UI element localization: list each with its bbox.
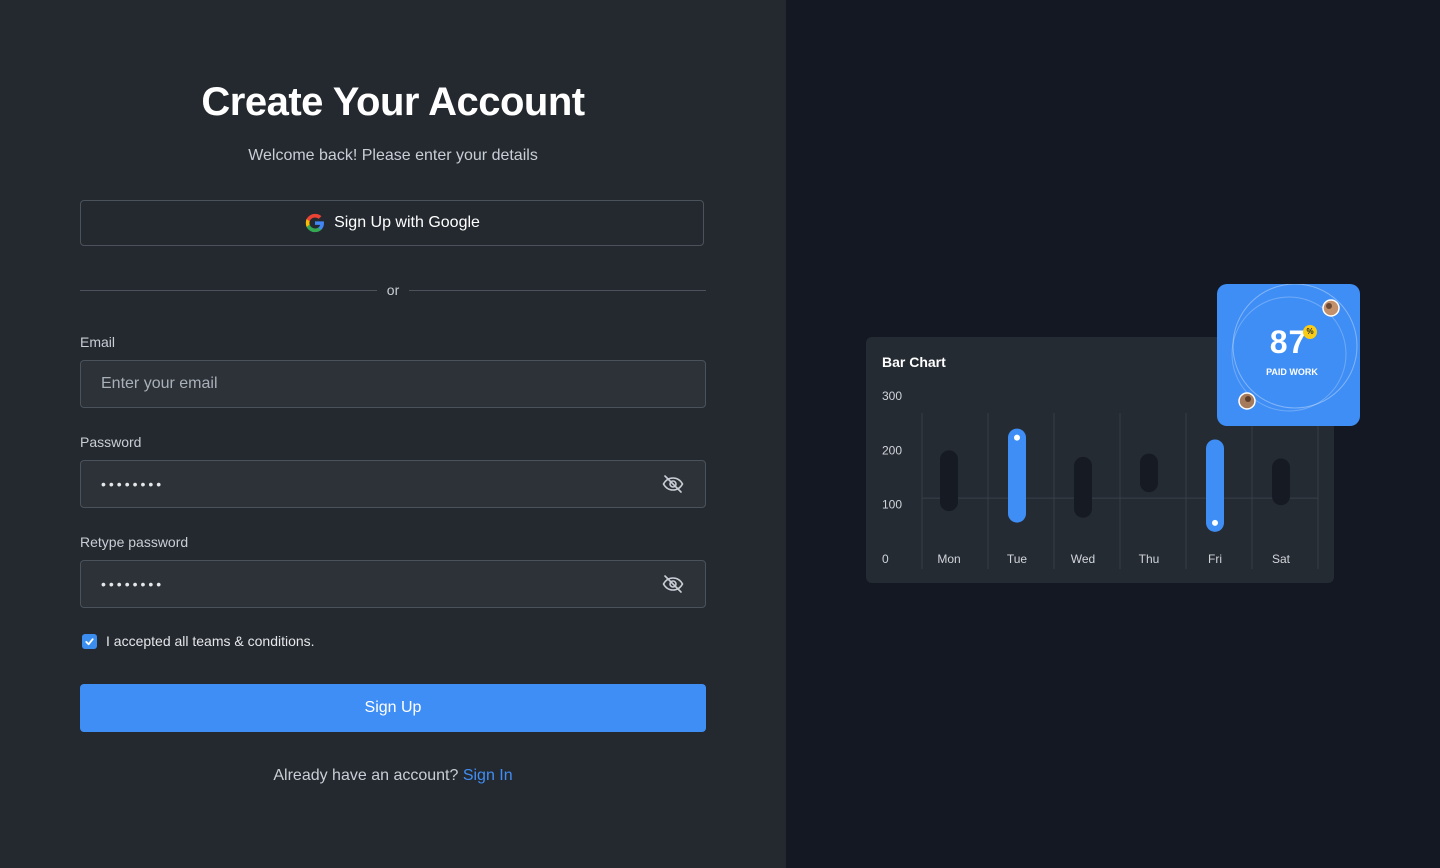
x-tick-label: Sat <box>1272 552 1291 566</box>
paid-work-stat-card: 87 % PAID WORK <box>1217 284 1360 426</box>
terms-checkbox[interactable] <box>82 633 97 649</box>
y-tick-label: 0 <box>882 552 889 566</box>
bar-marker <box>1212 519 1218 526</box>
y-tick-label: 100 <box>882 498 902 512</box>
check-icon <box>85 637 94 645</box>
google-signup-button[interactable]: Sign Up with Google <box>80 200 704 246</box>
x-tick-label: Mon <box>937 552 960 566</box>
or-divider: or <box>80 280 707 300</box>
terms-row: I accepted all teams & conditions. <box>82 633 315 649</box>
signin-row: Already have an account? Sign In <box>80 767 706 785</box>
password-label: Password <box>80 434 142 450</box>
email-input[interactable] <box>81 361 705 407</box>
eye-off-icon[interactable] <box>661 472 685 496</box>
page-title: Create Your Account <box>201 80 585 124</box>
signin-link[interactable]: Sign In <box>463 767 513 784</box>
google-button-label: Sign Up with Google <box>334 214 480 231</box>
divider-line-left <box>80 289 377 291</box>
stat-badge-text: % <box>1306 327 1314 336</box>
signup-panel: Create Your Account Welcome back! Please… <box>0 0 786 868</box>
eye-off-icon[interactable] <box>661 572 685 596</box>
stat-label: PAID WORK <box>1266 367 1318 377</box>
retype-password-input[interactable] <box>81 561 661 607</box>
bar-tue <box>1008 428 1026 523</box>
password-field <box>80 460 706 508</box>
divider-text: or <box>386 282 400 298</box>
bar-wed <box>1074 456 1092 518</box>
avatar-face <box>1326 303 1332 309</box>
x-tick-label: Wed <box>1071 552 1095 566</box>
password-input[interactable] <box>81 461 661 507</box>
avatar-face <box>1245 396 1251 402</box>
page-subtitle: Welcome back! Please enter your details <box>248 147 538 164</box>
email-label: Email <box>80 334 116 350</box>
y-tick-label: 300 <box>882 389 902 403</box>
bar-mon <box>940 450 958 512</box>
signin-prompt: Already have an account? <box>273 767 459 784</box>
bar-thu <box>1140 453 1158 493</box>
email-field <box>80 360 706 408</box>
divider-line-right <box>409 289 707 291</box>
retype-password-field <box>80 560 706 608</box>
stat-value: 87 <box>1269 324 1308 360</box>
google-icon <box>305 213 325 233</box>
terms-label: I accepted all teams & conditions. <box>106 633 315 649</box>
bar-sat <box>1272 458 1290 506</box>
signup-button[interactable]: Sign Up <box>80 684 706 732</box>
bar-fri <box>1206 439 1224 532</box>
y-tick-label: 200 <box>882 443 902 457</box>
x-tick-label: Fri <box>1208 552 1222 566</box>
bar-marker <box>1014 434 1020 441</box>
stat-badge: % <box>1303 325 1317 339</box>
retype-password-label: Retype password <box>80 534 189 550</box>
x-tick-label: Thu <box>1139 552 1160 566</box>
x-tick-label: Tue <box>1007 552 1028 566</box>
